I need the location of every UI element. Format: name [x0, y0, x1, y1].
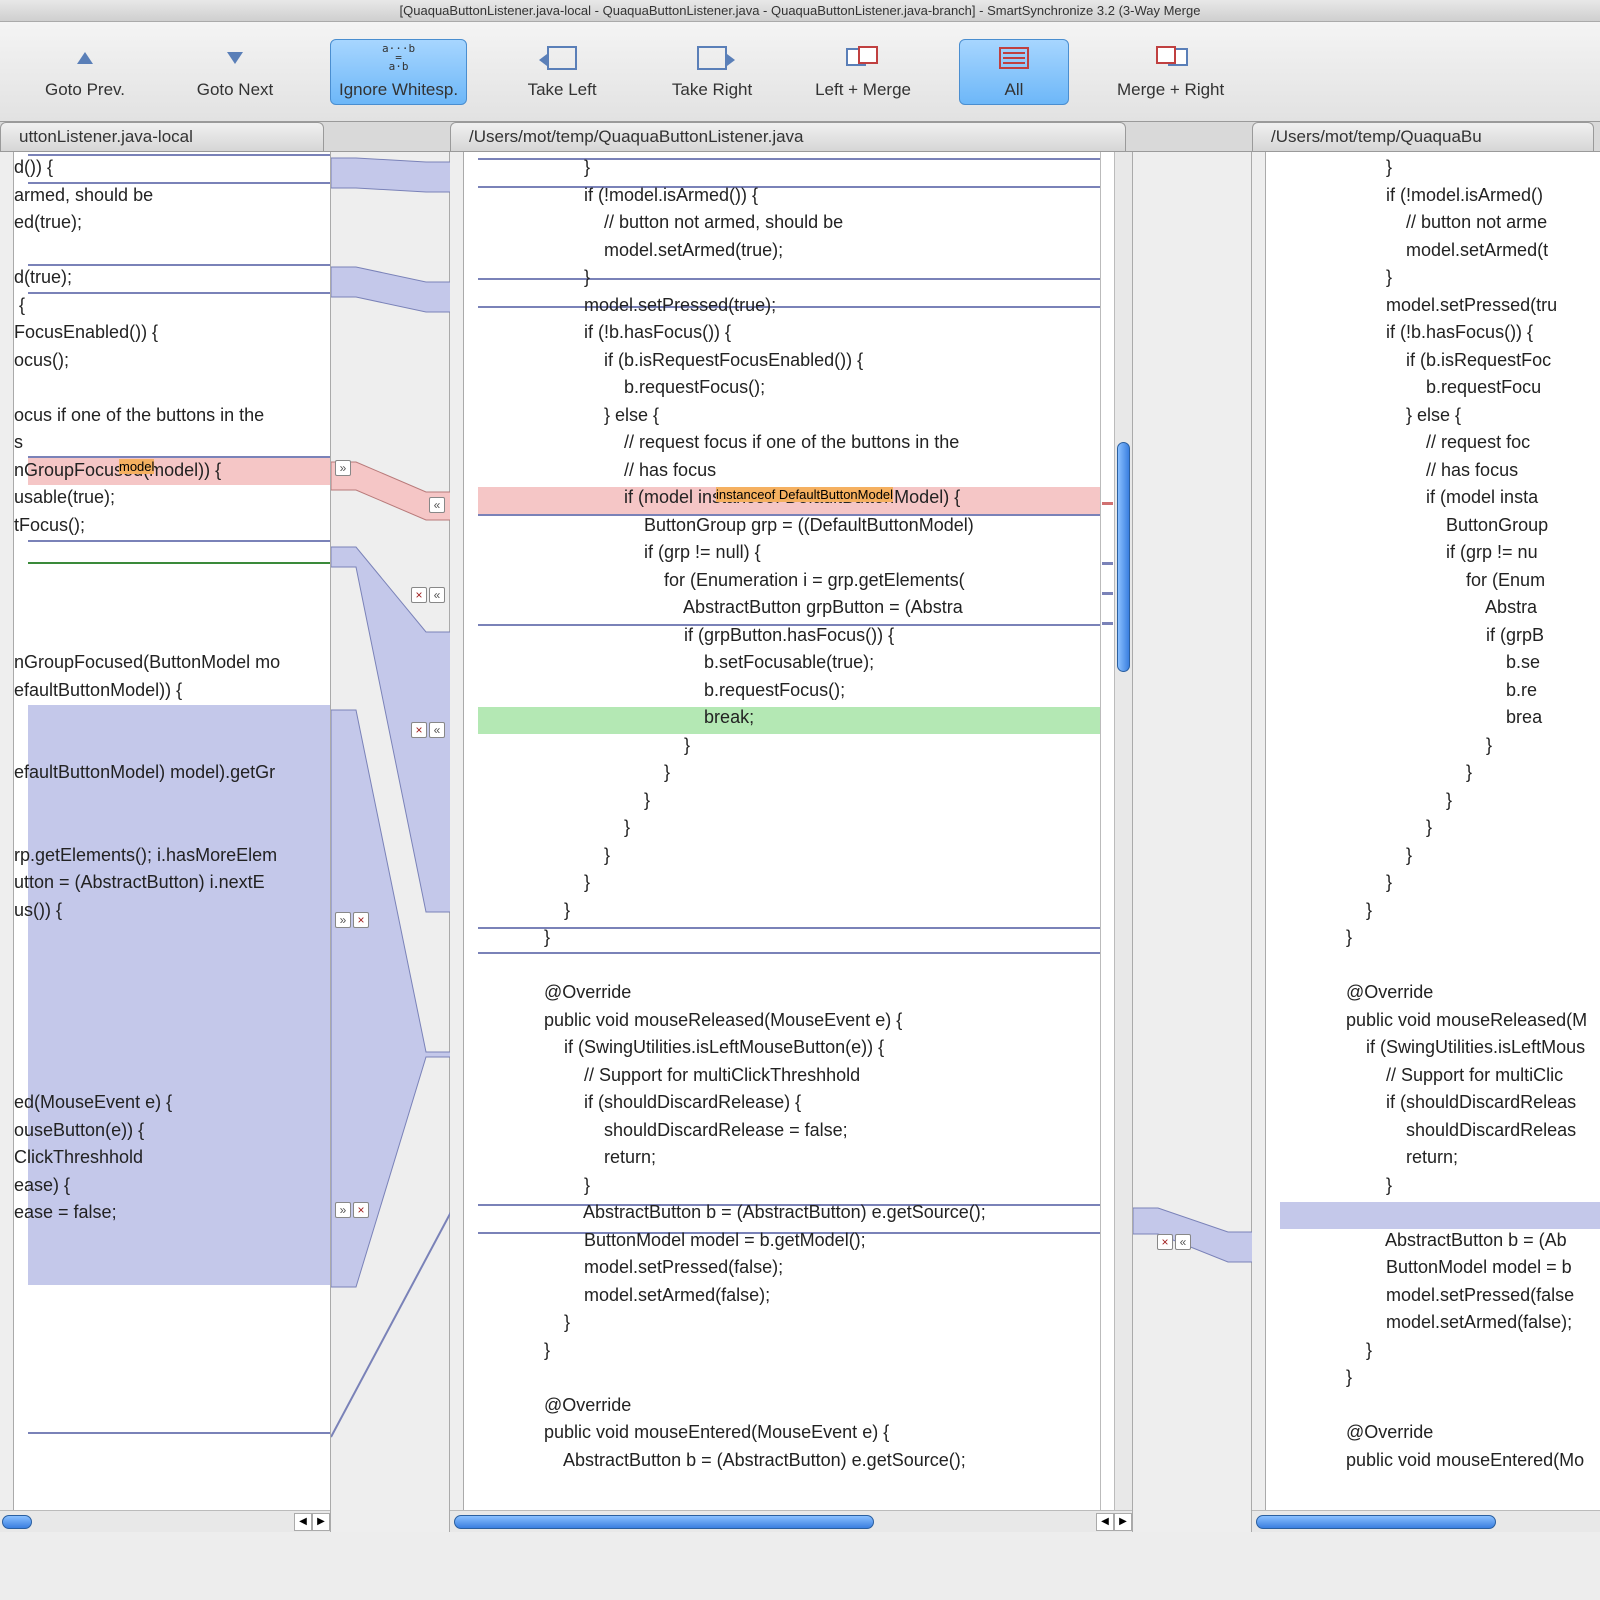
arrow-down-icon: [217, 44, 253, 72]
push-right-btn[interactable]: »: [335, 912, 351, 928]
merge-right-icon: [1153, 44, 1189, 72]
all-icon: [996, 44, 1032, 72]
reject-btn[interactable]: ×: [353, 1202, 369, 1218]
inline-diff-left: model: [119, 459, 154, 474]
left-code[interactable]: d()) { armed, should be ed(true); d(true…: [14, 152, 330, 1227]
left-merge-label: Left + Merge: [815, 80, 911, 100]
merge-right-button[interactable]: Merge + Right: [1109, 40, 1232, 104]
pull-left-btn[interactable]: «: [1175, 1234, 1191, 1250]
merge-view: d()) { armed, should be ed(true); d(true…: [0, 152, 1600, 1532]
scroll-left-icon[interactable]: ◀: [1096, 1513, 1114, 1531]
goto-next-label: Goto Next: [197, 80, 274, 100]
right-panel: } if (!model.isArmed() // button not arm…: [1252, 152, 1600, 1532]
goto-next-button[interactable]: Goto Next: [180, 40, 290, 104]
take-left-button[interactable]: Take Left: [507, 40, 617, 104]
scroll-left-icon[interactable]: ◀: [294, 1513, 312, 1531]
reject-btn[interactable]: ×: [1157, 1234, 1173, 1250]
left-gutter: [0, 152, 14, 1532]
all-label: All: [1005, 80, 1024, 100]
right-hscroll[interactable]: [1252, 1510, 1600, 1532]
take-right-icon: [694, 44, 730, 72]
take-right-label: Take Right: [672, 80, 752, 100]
take-left-icon: [544, 44, 580, 72]
right-connector: ×«: [1132, 152, 1252, 1532]
mid-gutter: [450, 152, 464, 1532]
reject-btn[interactable]: ×: [353, 912, 369, 928]
push-right-btn[interactable]: »: [335, 460, 351, 476]
pull-left-btn[interactable]: «: [429, 587, 445, 603]
pull-left-btn[interactable]: «: [429, 497, 445, 513]
mid-vscroll[interactable]: [1114, 152, 1132, 1510]
right-code[interactable]: } if (!model.isArmed() // button not arm…: [1266, 152, 1600, 1474]
ab-equals-icon: a···b = a·b: [381, 44, 417, 72]
merge-right-label: Merge + Right: [1117, 80, 1224, 100]
mid-code[interactable]: } if (!model.isArmed()) { // button not …: [464, 152, 1132, 1474]
left-connector: » « ×« ×« »× »×: [330, 152, 450, 1532]
left-file-tab[interactable]: uttonListener.java-local: [0, 122, 324, 151]
pull-left-btn[interactable]: «: [429, 722, 445, 738]
left-merge-button[interactable]: Left + Merge: [807, 40, 919, 104]
left-hscroll[interactable]: ◀ ▶: [0, 1510, 330, 1532]
toolbar: Goto Prev. Goto Next a···b = a·b Ignore …: [0, 22, 1600, 122]
scroll-right-icon[interactable]: ▶: [1114, 1513, 1132, 1531]
inline-diff-mid: instanceof DefaultButtonModel: [716, 487, 893, 502]
right-file-tab[interactable]: /Users/mot/temp/QuaquaBu: [1252, 122, 1594, 151]
ignore-whitespace-button[interactable]: a···b = a·b Ignore Whitesp.: [330, 39, 467, 105]
goto-prev-button[interactable]: Goto Prev.: [30, 40, 140, 104]
left-panel: d()) { armed, should be ed(true); d(true…: [0, 152, 330, 1532]
take-right-button[interactable]: Take Right: [657, 40, 767, 104]
path-bar: uttonListener.java-local /Users/mot/temp…: [0, 122, 1600, 152]
mid-panel: } if (!model.isArmed()) { // button not …: [450, 152, 1132, 1532]
ignore-ws-label: Ignore Whitesp.: [339, 80, 458, 100]
mid-hscroll[interactable]: ◀ ▶: [450, 1510, 1132, 1532]
window-title: [QuaquaButtonListener.java-local - Quaqu…: [0, 0, 1600, 22]
goto-prev-label: Goto Prev.: [45, 80, 125, 100]
left-merge-icon: [845, 44, 881, 72]
mid-file-tab[interactable]: /Users/mot/temp/QuaquaButtonListener.jav…: [450, 122, 1126, 151]
reject-btn[interactable]: ×: [411, 722, 427, 738]
push-right-btn[interactable]: »: [335, 1202, 351, 1218]
mid-overview[interactable]: [1100, 152, 1114, 1510]
take-left-label: Take Left: [528, 80, 597, 100]
scroll-right-icon[interactable]: ▶: [312, 1513, 330, 1531]
arrow-up-icon: [67, 44, 103, 72]
reject-btn[interactable]: ×: [411, 587, 427, 603]
all-button[interactable]: All: [959, 39, 1069, 105]
right-gutter: [1252, 152, 1266, 1532]
